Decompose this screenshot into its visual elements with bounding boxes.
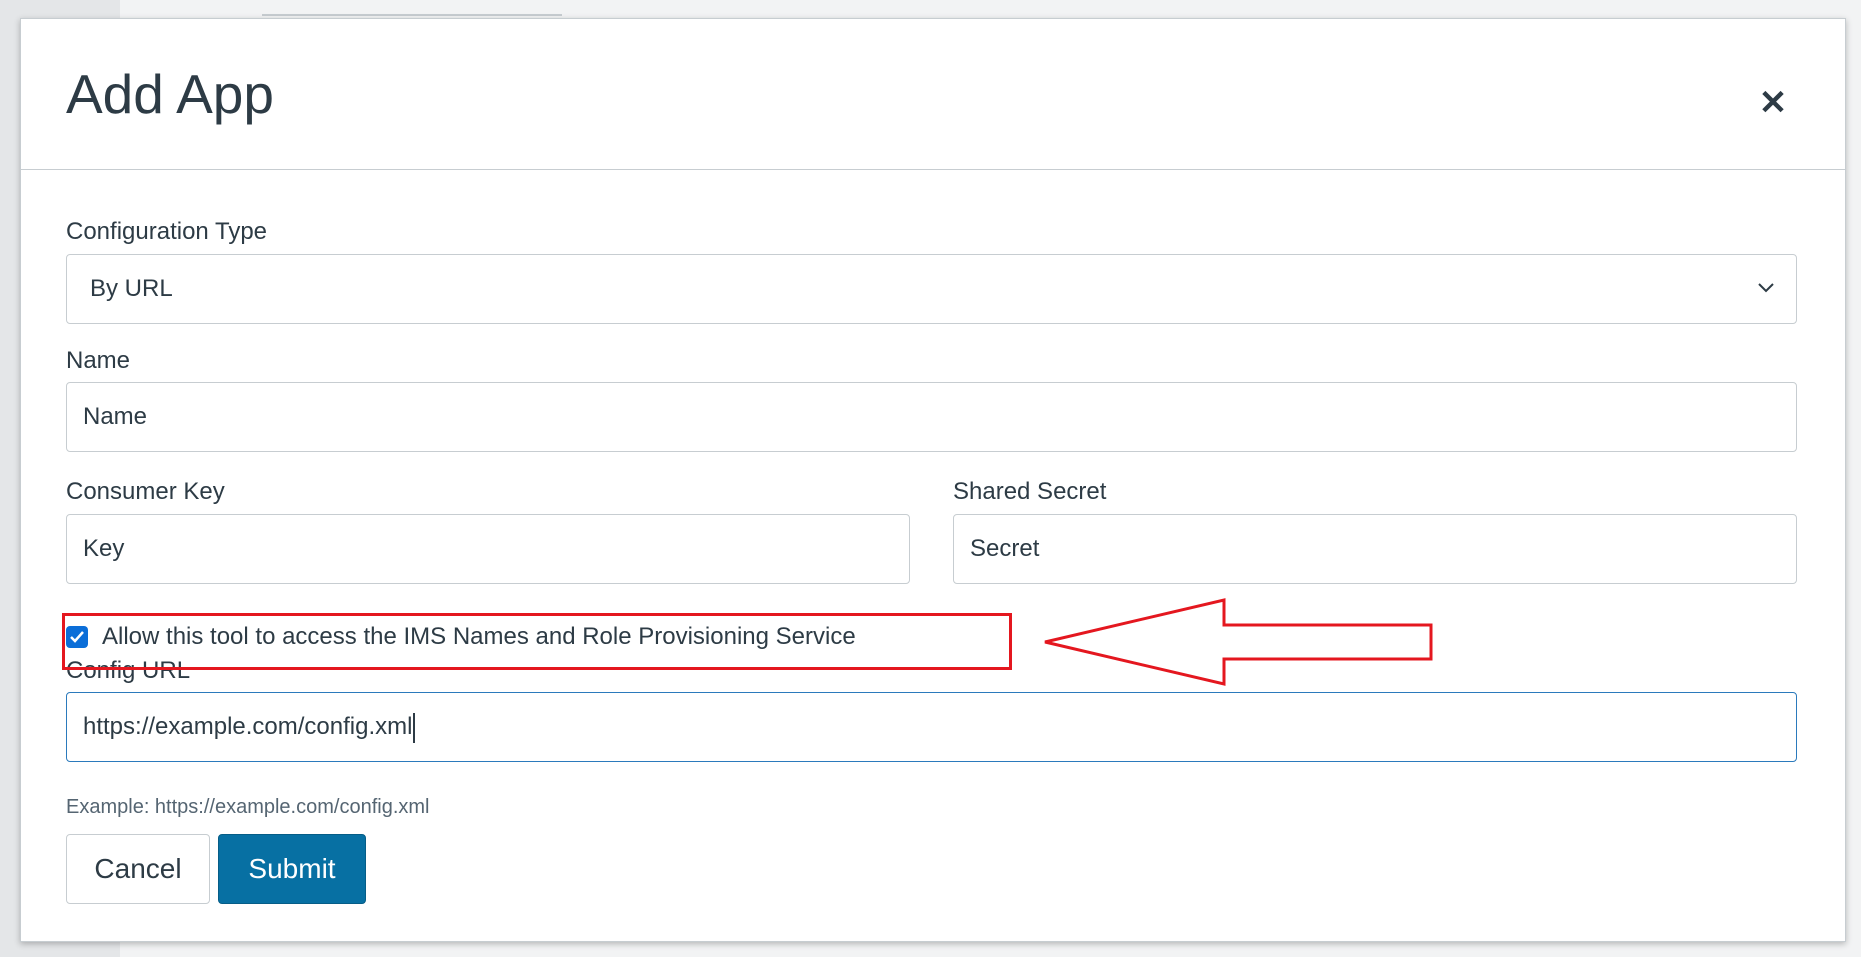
dialog-title: Add App: [66, 63, 274, 125]
name-input[interactable]: Name: [66, 382, 1797, 452]
annotation-arrow-icon: [1044, 598, 1433, 686]
shared-secret-input[interactable]: Secret: [953, 514, 1797, 584]
submit-button[interactable]: Submit: [218, 834, 366, 904]
chevron-down-icon: [1758, 283, 1774, 293]
text-caret: [413, 712, 416, 743]
cancel-button[interactable]: Cancel: [66, 834, 210, 904]
config-url-input[interactable]: https://example.com/config.xml: [66, 692, 1797, 762]
annotation-highlight-box: [62, 613, 1012, 670]
shared-secret-label: Shared Secret: [953, 478, 1107, 505]
consumer-key-input[interactable]: Key: [66, 514, 910, 584]
consumer-key-label: Consumer Key: [66, 478, 225, 505]
dialog-header: Add App ✕: [21, 19, 1845, 170]
close-icon: ✕: [1758, 84, 1788, 122]
config-url-value: https://example.com/config.xml: [83, 713, 413, 740]
configuration-type-label: Configuration Type: [66, 218, 268, 245]
close-button[interactable]: ✕: [1753, 83, 1793, 123]
name-label: Name: [66, 347, 131, 374]
configuration-type-value: By URL: [90, 275, 173, 302]
backdrop-breadcrumb: [262, 0, 562, 16]
config-url-hint: Example: https://example.com/config.xml: [66, 796, 430, 818]
add-app-dialog: Add App ✕ Configuration Type By URL Name…: [20, 18, 1846, 942]
configuration-type-select[interactable]: By URL: [66, 254, 1797, 324]
